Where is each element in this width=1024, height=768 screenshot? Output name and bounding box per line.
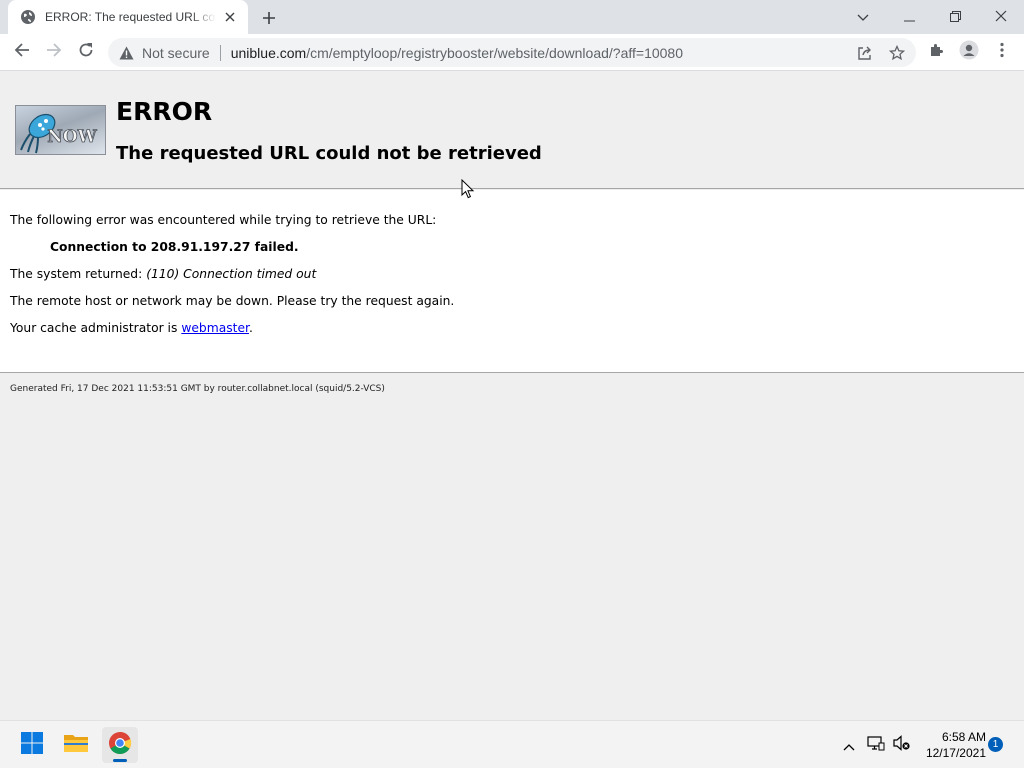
error-content: The following error was encountered whil…: [0, 190, 1024, 373]
profile-icon: [959, 40, 979, 64]
restore-button[interactable]: [943, 5, 967, 27]
windows-start-icon: [20, 731, 44, 759]
mouse-cursor-icon: [461, 179, 475, 199]
close-icon: [995, 7, 1007, 26]
new-tab-button[interactable]: [258, 7, 280, 29]
share-icon[interactable]: [856, 44, 874, 62]
warning-icon[interactable]: [118, 45, 134, 61]
file-explorer-button[interactable]: [58, 727, 94, 763]
security-label[interactable]: Not secure: [142, 45, 210, 61]
url-path: /cm/emptyloop/registrybooster/website/do…: [306, 44, 683, 61]
volume-muted-icon: [893, 735, 911, 755]
restore-icon: [949, 7, 961, 26]
page-subtitle: The requested URL could not be retrieved: [116, 143, 542, 164]
error-detail: Connection to 208.91.197.27 failed.: [50, 240, 299, 254]
reload-button[interactable]: [73, 39, 99, 65]
chevron-up-icon: [843, 736, 855, 755]
extensions-icon: [929, 42, 945, 62]
forward-icon: [46, 42, 62, 62]
back-icon: [14, 42, 30, 62]
tab-strip: ERROR: The requested URL could not be re…: [0, 0, 1024, 34]
menu-button[interactable]: [989, 39, 1015, 65]
clock-date: 12/17/2021: [925, 746, 986, 760]
address-bar[interactable]: Not secure uniblue.com/cm/emptyloop/regi…: [108, 38, 916, 67]
logo-text: NOW: [47, 127, 97, 147]
chrome-taskbar-button[interactable]: [102, 727, 138, 763]
start-button[interactable]: [14, 727, 50, 763]
chrome-icon: [108, 731, 132, 759]
cache-admin-prefix: Your cache administrator is: [10, 321, 178, 335]
menu-icon: [1000, 42, 1004, 62]
chevron-down-icon: [857, 7, 869, 26]
network-icon: [867, 735, 885, 755]
error-header: NOW ERROR The requested URL could not be…: [0, 71, 1024, 189]
url-host: uniblue.com: [230, 44, 307, 61]
tab-close-icon[interactable]: [222, 9, 238, 25]
tab-search-button[interactable]: [851, 5, 875, 27]
browser-tab[interactable]: ERROR: The requested URL could not be re…: [8, 0, 248, 34]
system-clock[interactable]: 6:58 AM 12/17/2021: [918, 729, 986, 761]
system-returned-value: (110) Connection timed out: [146, 267, 317, 281]
webmaster-link[interactable]: webmaster: [181, 321, 249, 335]
address-separator: [219, 44, 221, 61]
profile-button[interactable]: [956, 39, 982, 65]
file-explorer-icon: [63, 732, 89, 758]
extensions-button[interactable]: [924, 39, 950, 65]
globe-icon: [20, 9, 36, 25]
volume-button[interactable]: [892, 735, 912, 755]
tab-title: ERROR: The requested URL could not be re…: [45, 10, 216, 24]
clock-time: 6:58 AM: [941, 730, 986, 744]
system-returned-label: The system returned:: [10, 267, 143, 281]
remote-host-message: The remote host or network may be down. …: [10, 294, 455, 308]
url-text[interactable]: uniblue.com/cm/emptyloop/registrybooster…: [231, 45, 683, 61]
page-viewport: NOW ERROR The requested URL could not be…: [0, 71, 1024, 720]
minimize-icon: [903, 7, 915, 26]
network-button[interactable]: [866, 735, 886, 755]
squid-logo: NOW: [15, 105, 106, 155]
intro-text: The following error was encountered whil…: [10, 213, 437, 227]
minimize-button[interactable]: [897, 5, 921, 27]
cache-admin-suffix: .: [248, 321, 253, 335]
back-button[interactable]: [9, 39, 35, 65]
reload-icon: [78, 42, 94, 62]
forward-button[interactable]: [41, 39, 67, 65]
active-app-indicator: [113, 759, 127, 762]
notification-badge[interactable]: 1: [988, 737, 1003, 752]
close-window-button[interactable]: [989, 5, 1013, 27]
generated-footer: Generated Fri, 17 Dec 2021 11:53:51 GMT …: [10, 384, 385, 394]
cache-admin-line: Your cache administrator is webmaster.: [10, 321, 253, 335]
page-title: ERROR: [116, 97, 213, 126]
browser-toolbar: Not secure uniblue.com/cm/emptyloop/regi…: [0, 34, 1024, 71]
show-hidden-icons-button[interactable]: [839, 735, 859, 755]
system-returned: The system returned: (110) Connection ti…: [10, 267, 316, 281]
star-icon[interactable]: [888, 44, 906, 62]
taskbar: 6:58 AM 12/17/2021 1: [0, 720, 1024, 768]
